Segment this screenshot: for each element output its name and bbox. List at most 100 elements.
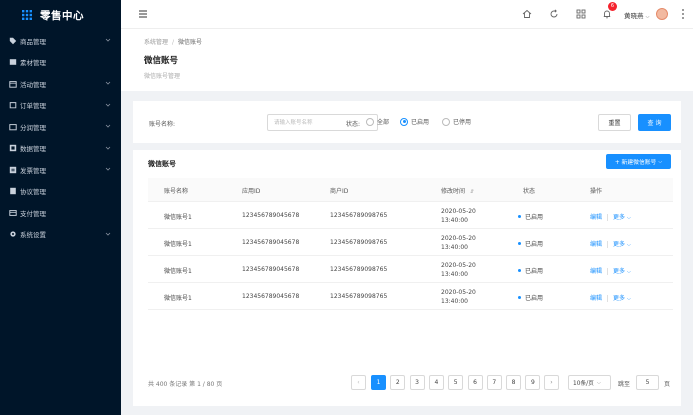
- cell-actions: 编辑 更多 ⌵: [590, 239, 631, 248]
- app-logo[interactable]: 零售中心: [0, 0, 121, 30]
- cell-merchant-id: 123456789098765: [330, 266, 388, 273]
- chevron-down-icon: ⌵: [626, 296, 631, 302]
- apps-icon[interactable]: [576, 9, 586, 19]
- sort-icon: ⇵: [469, 189, 475, 195]
- edit-link[interactable]: 编辑: [590, 214, 602, 221]
- pagination-page-5[interactable]: 5: [448, 375, 464, 390]
- sidebar-menu: 商品管理 素材管理活动管理订单管理分润管理数据管理发票管理协议管理支付管理系统设置: [0, 30, 121, 245]
- time-text: 13:40:00: [441, 298, 468, 305]
- edit-link[interactable]: 编辑: [590, 295, 602, 302]
- status-dot: [518, 269, 521, 272]
- cell-app-id: 123456789045678: [242, 212, 300, 219]
- image-icon: [9, 59, 17, 66]
- sidebar-item-label: 系统设置: [20, 231, 46, 240]
- calendar-icon: [9, 80, 17, 88]
- pagination-prev-button[interactable]: ‹: [351, 375, 366, 390]
- status-text: 已启用: [525, 214, 544, 221]
- grid-icon: [22, 10, 32, 20]
- chart-icon: [9, 145, 17, 152]
- status-radio-disabled[interactable]: 已停用: [442, 117, 471, 126]
- pagination-page-1[interactable]: 1: [371, 375, 386, 390]
- divider: [607, 268, 609, 275]
- sidebar-item-1[interactable]: 商品管理: [0, 30, 121, 52]
- sidebar-item-3[interactable]: 活动管理: [0, 73, 121, 95]
- page-size-select[interactable]: 10条/页 ⌵: [568, 375, 611, 390]
- pagination-page-9[interactable]: 9: [525, 375, 541, 390]
- date-text: 2020-05-20: [441, 289, 476, 296]
- table-row: 微信账号1 123456789045678 123456789098765 2020-…: [148, 202, 673, 229]
- filter-card: 账号名称: 状态: 全部 已启用 已停用 重置 查 询: [133, 101, 681, 143]
- home-icon[interactable]: [522, 9, 532, 19]
- breadcrumb-item-system[interactable]: 系统管理: [144, 39, 168, 46]
- refresh-icon[interactable]: [549, 9, 559, 19]
- sidebar-item-5[interactable]: 分润管理: [0, 116, 121, 138]
- avatar[interactable]: [656, 8, 668, 20]
- time-text: 13:40:00: [441, 217, 468, 224]
- sidebar-item-2[interactable]: 素材管理: [0, 52, 121, 74]
- more-link[interactable]: 更多 ⌵: [613, 268, 631, 275]
- date-text: 2020-05-20: [441, 262, 476, 269]
- column-header-sortable[interactable]: 修改时间 ⇵: [441, 186, 474, 195]
- cell-merchant-id: 123456789098765: [330, 293, 388, 300]
- more-link[interactable]: 更多 ⌵: [613, 214, 631, 221]
- pagination-page-4[interactable]: 4: [428, 375, 444, 390]
- sidebar-item-label: 分润管理: [20, 123, 46, 132]
- account-name-input[interactable]: [267, 114, 378, 131]
- new-wechat-account-button[interactable]: + 新建微信账号 ⌵: [606, 154, 671, 169]
- pagination-next-button[interactable]: ›: [544, 375, 559, 390]
- sidebar-item-label: 发票管理: [20, 166, 46, 175]
- more-link[interactable]: 更多 ⌵: [613, 295, 631, 302]
- new-button-label: + 新建微信账号: [614, 160, 657, 166]
- table-card: 微信账号 + 新建微信账号 ⌵ 账号名称 应用ID 商户ID 修改时间 ⇵ 状态…: [133, 150, 681, 406]
- status-dot: [518, 242, 521, 245]
- reset-button[interactable]: 重置: [598, 114, 631, 131]
- edit-link[interactable]: 编辑: [590, 268, 602, 275]
- date-text: 2020-05-20: [441, 235, 476, 242]
- pagination-page-2[interactable]: 2: [390, 375, 406, 390]
- cell-account-name: 微信账号1: [164, 268, 192, 275]
- chevron-left-icon: ‹: [357, 379, 360, 386]
- sidebar-item-label: 数据管理: [20, 145, 46, 154]
- pagination-page-8[interactable]: 8: [506, 375, 522, 390]
- cell-merchant-id: 123456789098765: [330, 212, 388, 219]
- pagination-page-6[interactable]: 6: [467, 375, 483, 390]
- chevron-right-icon: ›: [550, 379, 553, 386]
- chevron-down-icon: ⌵: [596, 379, 601, 386]
- breadcrumb-item-current: 微信账号: [178, 39, 203, 46]
- breadcrumb-separator: /: [172, 39, 175, 46]
- cell-account-name: 微信账号1: [164, 214, 192, 221]
- pagination-total: 共 400 条记录 第 1 / 80 页: [148, 381, 223, 388]
- column-header: 账号名称: [164, 188, 189, 195]
- status-radio-all[interactable]: 全部: [366, 117, 389, 126]
- page-description: 微信账号管理: [144, 73, 181, 80]
- radio-circle: [442, 117, 450, 126]
- menu-toggle-icon[interactable]: [138, 9, 148, 19]
- sidebar-item-label: 活动管理: [20, 80, 46, 89]
- cell-account-name: 微信账号1: [164, 295, 192, 302]
- table-body: 微信账号1 123456789045678 123456789098765 2020-…: [148, 202, 673, 310]
- sidebar-item-8[interactable]: 协议管理: [0, 181, 121, 203]
- more-vertical-icon[interactable]: [681, 8, 685, 20]
- more-link[interactable]: 更多 ⌵: [613, 241, 631, 248]
- chevron-down-icon: [105, 81, 111, 85]
- status-text: 已启用: [525, 295, 544, 302]
- radio-circle: [400, 117, 408, 126]
- pagination-page-7[interactable]: 7: [486, 375, 502, 390]
- radio-label: 已启用: [411, 119, 430, 126]
- status-radio-enabled[interactable]: 已启用: [400, 117, 429, 126]
- goto-page-input[interactable]: [636, 375, 659, 390]
- time-text: 13:40:00: [441, 244, 468, 251]
- pagination-page-3[interactable]: 3: [409, 375, 425, 390]
- user-menu[interactable]: 黄晓燕 ⌵: [624, 10, 649, 20]
- search-button[interactable]: 查 询: [638, 114, 671, 131]
- sidebar-item-9[interactable]: 支付管理: [0, 202, 121, 224]
- sidebar-item-10[interactable]: 系统设置: [0, 224, 121, 246]
- column-header: 操作: [590, 188, 603, 195]
- sidebar-item-7[interactable]: 发票管理: [0, 159, 121, 181]
- goto-page-unit: 页: [664, 381, 671, 388]
- sidebar-item-label: 协议管理: [20, 188, 46, 197]
- cell-actions: 编辑 更多 ⌵: [590, 266, 631, 275]
- edit-link[interactable]: 编辑: [590, 241, 602, 248]
- sidebar-item-6[interactable]: 数据管理: [0, 138, 121, 160]
- sidebar-item-4[interactable]: 订单管理: [0, 95, 121, 117]
